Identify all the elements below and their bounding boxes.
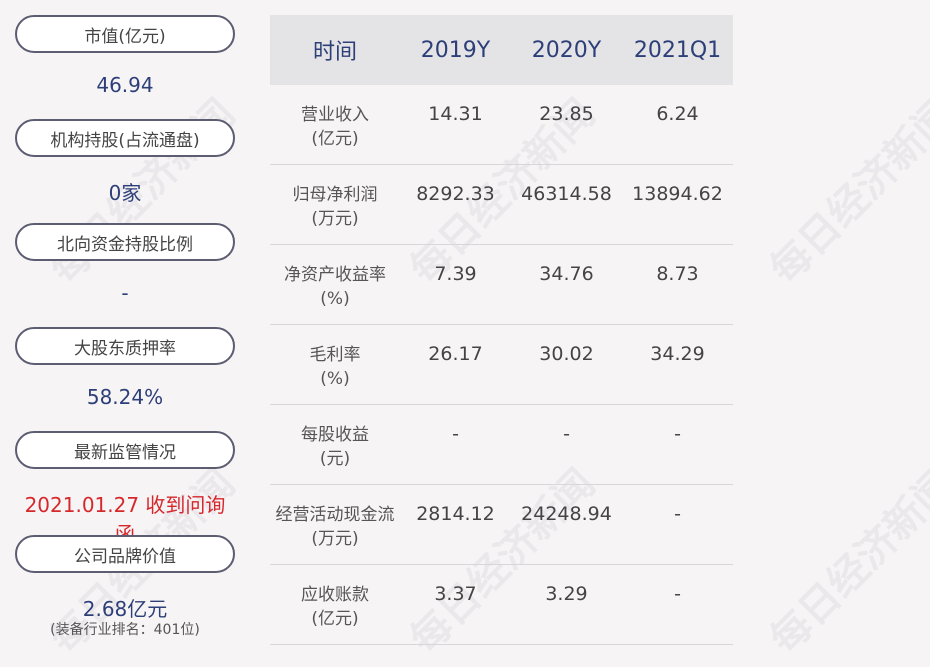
cell: 24248.94 xyxy=(521,503,612,525)
row-label: 应收账款 (亿元) xyxy=(301,585,369,629)
header-2019: 2019Y xyxy=(420,37,491,63)
cell: 26.17 xyxy=(428,343,483,365)
row-label: 净资产收益率 (%) xyxy=(284,265,386,309)
metric-value-brand-value: 2.68亿元 xyxy=(82,597,168,621)
cell: 3.37 xyxy=(434,583,477,605)
table-row: 净资产收益率 (%) 7.39 34.76 8.73 xyxy=(270,245,733,325)
metric-label-institution-holding: 机构持股(占流通盘) xyxy=(15,119,235,157)
cell: 2814.12 xyxy=(416,503,495,525)
header-time: 时间 xyxy=(312,40,357,65)
row-label: 每股收益 (元) xyxy=(301,425,369,469)
row-label: 营业收入 (亿元) xyxy=(301,105,369,149)
metric-value-northbound: - xyxy=(121,281,129,305)
metric-value-pledge-ratio: 58.24% xyxy=(86,385,164,409)
table-row: 营业收入 (亿元) 14.31 23.85 6.24 xyxy=(270,85,733,165)
cell: 23.85 xyxy=(539,103,594,125)
metric-label-regulatory: 最新监管情况 xyxy=(15,431,235,469)
cell: 30.02 xyxy=(539,343,594,365)
table-row: 经营活动现金流 (万元) 2814.12 24248.94 - xyxy=(270,485,733,565)
metric-label-market-cap: 市值(亿元) xyxy=(15,15,235,53)
table-row: 毛利率 (%) 26.17 30.02 34.29 xyxy=(270,325,733,405)
header-2021q1: 2021Q1 xyxy=(633,37,722,63)
row-label: 经营活动现金流 (万元) xyxy=(275,505,395,549)
cell: 13894.62 xyxy=(632,183,723,205)
metric-label-northbound: 北向资金持股比例 xyxy=(15,223,235,261)
header-2020: 2020Y xyxy=(531,37,602,63)
cell: - xyxy=(452,423,459,445)
cell: 46314.58 xyxy=(521,183,612,205)
cell: 8292.33 xyxy=(416,183,495,205)
metric-label-brand-value: 公司品牌价值 xyxy=(15,535,235,573)
metric-value-institution-holding: 0家 xyxy=(108,181,142,205)
cell: 34.76 xyxy=(539,263,594,285)
metric-label-pledge-ratio: 大股东质押率 xyxy=(15,327,235,365)
table-header: 时间 2019Y 2020Y 2021Q1 xyxy=(270,15,733,85)
metric-sub-brand-rank: (装备行业排名：401位) xyxy=(50,622,200,638)
cell: 8.73 xyxy=(656,263,699,285)
cell: - xyxy=(674,583,681,605)
watermark: 每日经济新闻 xyxy=(761,460,930,663)
table-row: 应收账款 (亿元) 3.37 3.29 - xyxy=(270,565,733,645)
table-row: 每股收益 (元) - - - xyxy=(270,405,733,485)
row-label: 毛利率 (%) xyxy=(309,345,361,389)
row-label: 归母净利润 (万元) xyxy=(292,185,378,229)
cell: 14.31 xyxy=(428,103,483,125)
cell: 34.29 xyxy=(650,343,705,365)
metric-value-market-cap: 46.94 xyxy=(96,73,154,97)
cell: 7.39 xyxy=(434,263,477,285)
table-row: 归母净利润 (万元) 8292.33 46314.58 13894.62 xyxy=(270,165,733,245)
cell: 6.24 xyxy=(656,103,699,125)
financial-table: 时间 2019Y 2020Y 2021Q1 营业收入 (亿元) 14.31 23.… xyxy=(270,15,733,645)
cell: - xyxy=(563,423,570,445)
cell: 3.29 xyxy=(545,583,588,605)
cell: - xyxy=(674,423,681,445)
watermark: 每日经济新闻 xyxy=(761,90,930,293)
cell: - xyxy=(674,503,681,525)
